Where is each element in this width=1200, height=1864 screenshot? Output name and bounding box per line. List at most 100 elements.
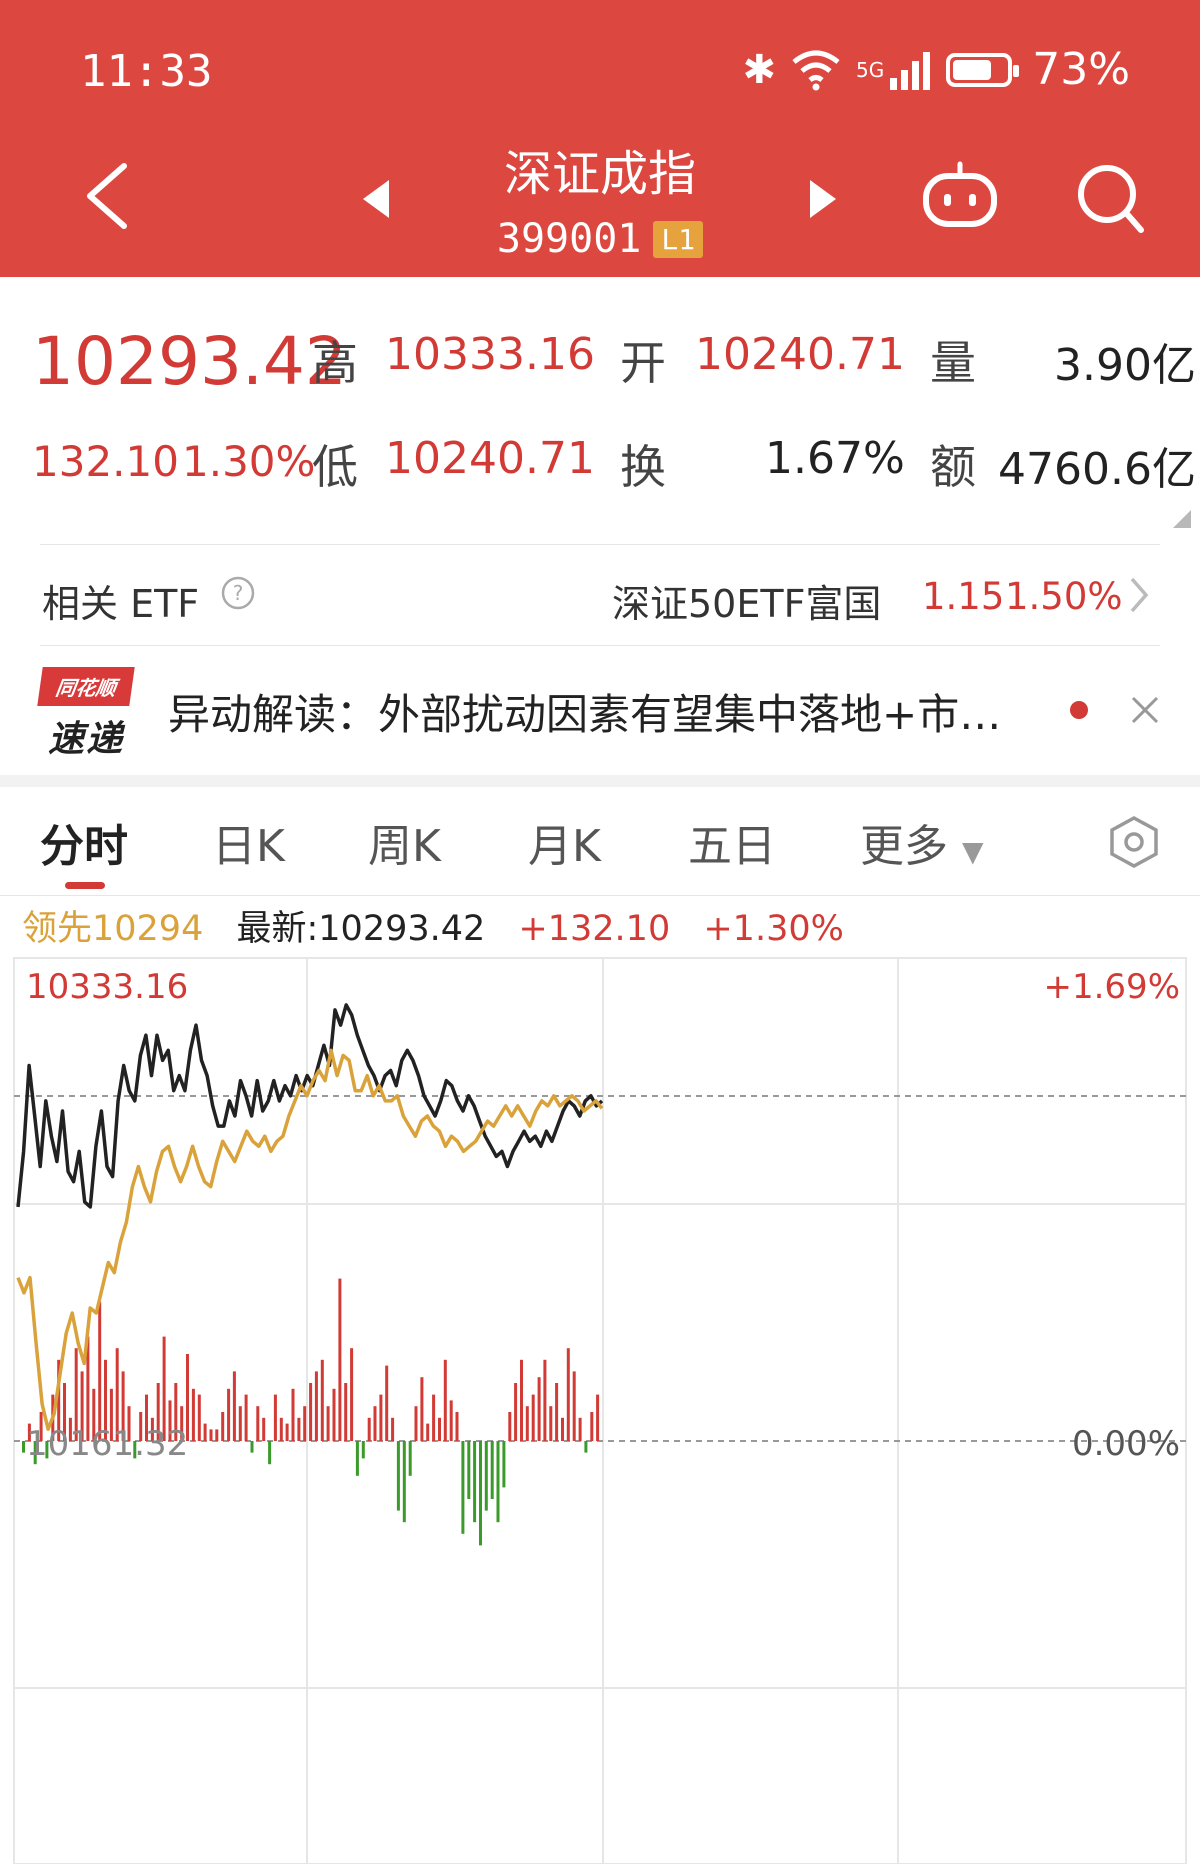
network-label: 5G bbox=[855, 57, 885, 82]
next-index-icon[interactable] bbox=[810, 180, 836, 218]
volume-bar bbox=[502, 1441, 506, 1488]
volume-bar bbox=[22, 1441, 25, 1453]
volume-bar bbox=[191, 1388, 195, 1441]
settings-hexagon-icon[interactable] bbox=[1108, 814, 1160, 870]
volume-bar bbox=[355, 1441, 359, 1476]
volume-bar bbox=[490, 1441, 494, 1499]
volume-bar bbox=[566, 1348, 570, 1441]
volume-bar bbox=[244, 1394, 248, 1441]
volume-bar bbox=[402, 1441, 406, 1523]
index-code: 399001 bbox=[496, 216, 642, 262]
volume-bar bbox=[473, 1441, 477, 1523]
volume-bar bbox=[361, 1441, 365, 1459]
tab-more[interactable]: 更多 ▼ bbox=[860, 810, 984, 874]
volume-bar bbox=[203, 1423, 207, 1441]
volume-bar bbox=[197, 1394, 201, 1441]
close-icon[interactable] bbox=[1128, 693, 1162, 727]
related-etf-row[interactable]: 相关 ETF ? 深证50ETF富国 1.15 1.50% bbox=[0, 545, 1200, 645]
volume-bar bbox=[578, 1417, 582, 1441]
y-label-mid-right: 0.00% bbox=[1072, 1424, 1180, 1464]
price-change: 132.10 bbox=[32, 437, 179, 486]
logo-top-text: 同花顺 bbox=[37, 667, 135, 706]
tab-monthly-k[interactable]: 月K bbox=[528, 810, 601, 874]
volume-bar bbox=[279, 1417, 283, 1441]
volume-bar bbox=[326, 1406, 330, 1441]
volume-bar bbox=[209, 1429, 213, 1441]
price-line bbox=[16, 1003, 604, 1209]
volume-bar bbox=[256, 1406, 260, 1441]
logo-bottom-text: 速递 bbox=[47, 719, 124, 760]
news-headline[interactable]: 异动解读：外部扰动因素有望集中落地+市… bbox=[168, 681, 1001, 742]
tab-more-label: 更多 bbox=[860, 821, 948, 872]
tab-weekly-k[interactable]: 周K bbox=[368, 810, 441, 874]
y-label-mid-left: 10161.32 bbox=[26, 1424, 188, 1464]
chevron-right-icon[interactable] bbox=[1126, 575, 1152, 615]
volume-bar bbox=[396, 1441, 400, 1511]
battery-level bbox=[953, 59, 992, 80]
turnover-label: 换 bbox=[620, 440, 666, 494]
volume-bar bbox=[379, 1394, 383, 1441]
volume-bar bbox=[297, 1417, 301, 1441]
volume-bar bbox=[309, 1383, 313, 1441]
volume-bar bbox=[432, 1394, 436, 1441]
volume-bar bbox=[549, 1406, 553, 1441]
bluetooth-icon: ✱ bbox=[742, 46, 776, 93]
volume-bar bbox=[314, 1371, 318, 1441]
volume-bar bbox=[338, 1278, 342, 1441]
volume-bar bbox=[531, 1394, 535, 1441]
volume-bar bbox=[426, 1423, 430, 1441]
y-label-top-left: 10333.16 bbox=[26, 967, 188, 1007]
high-label: 高 bbox=[312, 336, 358, 390]
search-icon[interactable] bbox=[1075, 162, 1145, 234]
volume-bar bbox=[221, 1412, 225, 1441]
status-icons: ✱ 5G 73% bbox=[742, 44, 1130, 95]
volume-bar bbox=[273, 1394, 277, 1441]
tab-daily-k[interactable]: 日K bbox=[212, 810, 285, 874]
volume-bar bbox=[561, 1417, 564, 1441]
tab-intraday[interactable]: 分时 bbox=[40, 810, 128, 874]
robot-assistant-icon[interactable] bbox=[920, 160, 1000, 230]
index-title-block: 深证成指 399001 L1 bbox=[0, 134, 1200, 262]
volume-bar bbox=[320, 1359, 324, 1441]
latest-price: 最新:10293.42 bbox=[236, 909, 486, 949]
amount-value: 4760.6亿 bbox=[998, 444, 1196, 495]
index-title: 深证成指 bbox=[503, 146, 696, 202]
divider bbox=[0, 895, 1200, 896]
volume-bar bbox=[449, 1400, 453, 1441]
status-time: 11:33 bbox=[80, 46, 213, 97]
volume-bar bbox=[285, 1423, 289, 1441]
unread-dot bbox=[1070, 701, 1088, 719]
volume-bar bbox=[443, 1359, 447, 1441]
expand-corner-icon[interactable] bbox=[1173, 510, 1191, 528]
volume-bar bbox=[438, 1417, 441, 1441]
intraday-chart[interactable]: 10333.16 +1.69% 10161.32 0.00% bbox=[0, 950, 1200, 1864]
volume-bar bbox=[262, 1417, 266, 1441]
battery-icon bbox=[946, 52, 1020, 87]
volume-bar bbox=[590, 1412, 594, 1441]
volume-bar bbox=[232, 1371, 236, 1441]
volume-bar bbox=[520, 1359, 523, 1441]
tab-five-day[interactable]: 五日 bbox=[688, 810, 776, 874]
etf-name: 深证50ETF富国 bbox=[612, 582, 882, 626]
help-icon[interactable]: ? bbox=[220, 575, 256, 611]
volume-bar bbox=[455, 1412, 459, 1441]
volume-bar bbox=[408, 1441, 412, 1476]
volume-bar bbox=[584, 1441, 588, 1453]
volume-bar bbox=[596, 1394, 600, 1441]
latest-change-percent: +1.30% bbox=[703, 909, 844, 949]
low-label: 低 bbox=[312, 440, 358, 494]
turnover-value: 1.67% bbox=[765, 433, 905, 484]
level-badge: L1 bbox=[653, 220, 704, 258]
volume-bar bbox=[215, 1429, 219, 1441]
volume-bar bbox=[373, 1406, 377, 1441]
dropdown-triangle-icon: ▼ bbox=[962, 835, 984, 868]
news-row[interactable]: 同花顺 速递 异动解读：外部扰动因素有望集中落地+市… bbox=[0, 645, 1200, 775]
volume-bar bbox=[543, 1359, 547, 1441]
volume-bar bbox=[467, 1441, 471, 1499]
volume-bar bbox=[250, 1441, 254, 1453]
volume-bar bbox=[303, 1406, 307, 1441]
chart-frame bbox=[13, 957, 1187, 1864]
wifi-icon bbox=[792, 50, 840, 90]
price-change-percent: 1.30% bbox=[182, 437, 316, 486]
volume-bar bbox=[332, 1388, 336, 1441]
